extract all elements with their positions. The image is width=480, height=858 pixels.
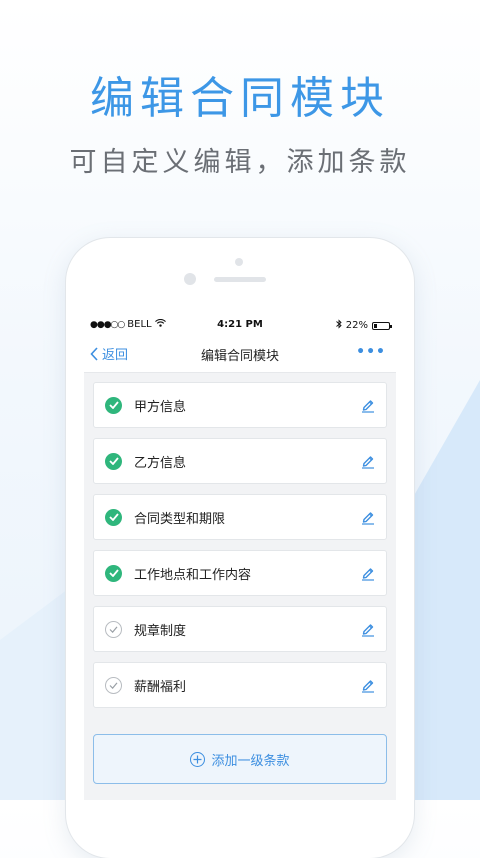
module-item-label: 工作地点和工作内容: [134, 567, 252, 583]
plus-circle-icon: [190, 751, 206, 767]
module-list: 甲方信息乙方信息合同类型和期限工作地点和工作内容 规章制度薪酬福利: [93, 382, 387, 718]
nav-bar: 返回 编辑合同模块 •••: [84, 336, 396, 373]
pencil-icon[interactable]: [360, 677, 376, 693]
phone-sensor: [184, 273, 196, 285]
status-bar: ●●●○○ BELL 4:21 PM 22%: [84, 314, 396, 336]
pencil-icon[interactable]: [360, 621, 376, 637]
module-item-label: 乙方信息: [134, 455, 187, 471]
phone-speaker: [214, 277, 266, 282]
pencil-icon[interactable]: [360, 565, 376, 581]
battery-percent: 22%: [345, 320, 368, 331]
battery-level: [374, 323, 377, 328]
module-item[interactable]: 合同类型和期限: [93, 494, 387, 540]
more-dots-icon: •••: [356, 344, 386, 360]
promo-headline: 编辑合同模块: [90, 73, 390, 124]
nav-title: 编辑合同模块: [200, 349, 279, 364]
pencil-icon[interactable]: [360, 453, 376, 469]
more-button[interactable]: •••: [356, 344, 386, 360]
pencil-icon[interactable]: [360, 397, 376, 413]
module-item-label: 规章制度: [134, 623, 187, 639]
check-circle-icon[interactable]: [105, 508, 122, 526]
unchecked-circle-icon[interactable]: [105, 676, 122, 694]
pencil-icon[interactable]: [360, 509, 376, 525]
add-clause-button[interactable]: 添加一级条款: [93, 734, 387, 784]
phone-camera: [235, 258, 243, 266]
module-item-label: 薪酬福利: [134, 679, 187, 695]
check-circle-icon[interactable]: [105, 564, 122, 582]
module-item[interactable]: 规章制度: [93, 606, 387, 652]
module-item[interactable]: 乙方信息: [93, 438, 387, 484]
battery-icon: [372, 321, 392, 330]
promo-subheadline: 可自定义编辑，添加条款: [69, 147, 411, 178]
module-item[interactable]: 甲方信息: [93, 382, 387, 428]
bluetooth-icon: [335, 319, 342, 332]
check-circle-icon[interactable]: [105, 452, 122, 470]
module-item[interactable]: 薪酬福利: [93, 662, 387, 708]
module-item-label: 合同类型和期限: [134, 511, 226, 527]
module-item[interactable]: 工作地点和工作内容: [93, 550, 387, 596]
add-clause-label: 添加一级条款: [211, 753, 290, 769]
check-circle-icon[interactable]: [105, 396, 122, 414]
phone-screen: ●●●○○ BELL 4:21 PM 22% 返回 编辑合同模块 ••• 甲方信…: [84, 314, 396, 800]
module-item-label: 甲方信息: [134, 399, 187, 415]
unchecked-circle-icon[interactable]: [105, 620, 122, 638]
status-right: 22%: [335, 319, 392, 332]
